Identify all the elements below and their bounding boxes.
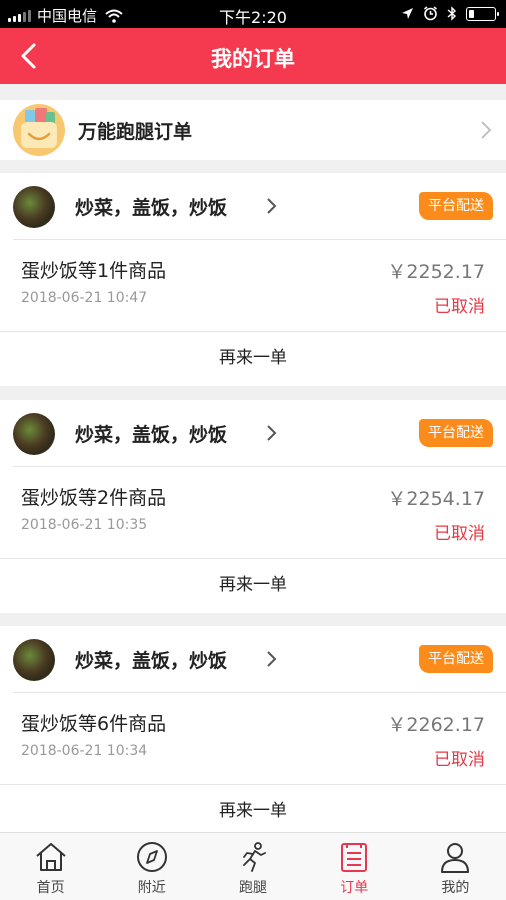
runner-order-label: 万能跑腿订单 — [78, 121, 193, 143]
shop-thumbnail — [13, 639, 55, 681]
chevron-right-icon — [267, 425, 277, 441]
delivery-badge: 平台配送 — [419, 419, 493, 447]
order-card: 炒菜，盖饭，炒饭 平台配送 蛋炒饭等1件商品 2018-06-21 10:47 … — [0, 173, 506, 386]
divider — [13, 239, 506, 240]
order-status: 已取消 — [434, 297, 485, 317]
order-time: 2018-06-21 10:34 — [21, 743, 148, 759]
order-list-icon — [341, 843, 368, 872]
page-title: 我的订单 — [211, 47, 295, 71]
order-price: ￥2252.17 — [387, 261, 485, 283]
order-price: ￥2262.17 — [387, 714, 485, 736]
chevron-right-icon — [267, 198, 277, 214]
order-card: 炒菜，盖饭，炒饭 平台配送 蛋炒饭等2件商品 2018-06-21 10:35 … — [0, 400, 506, 613]
shop-thumbnail — [13, 186, 55, 228]
tab-label: 订单 — [340, 880, 369, 896]
delivery-badge: 平台配送 — [419, 192, 493, 220]
shop-row[interactable]: 炒菜，盖饭，炒饭 平台配送 — [0, 626, 506, 692]
order-time: 2018-06-21 10:35 — [21, 517, 148, 533]
home-icon — [35, 843, 66, 871]
status-right — [401, 6, 499, 21]
compass-icon — [136, 842, 167, 872]
reorder-button[interactable]: 再来一单 — [0, 331, 506, 386]
shop-row[interactable]: 炒菜，盖饭，炒饭 平台配送 — [0, 400, 506, 466]
alarm-clock-icon — [424, 6, 437, 21]
runner-avatar — [13, 104, 65, 156]
tab-bar: 首页 附近 跑腿 订单 我的 — [0, 832, 506, 900]
battery-icon — [466, 6, 499, 21]
status-bar: 中国电信 下午2:20 — [0, 0, 506, 28]
tab-label: 跑腿 — [239, 880, 267, 896]
order-status: 已取消 — [434, 524, 485, 544]
runner-icon — [243, 842, 266, 872]
bluetooth-icon — [447, 6, 457, 21]
shop-name: 炒菜，盖饭，炒饭 — [75, 197, 228, 219]
order-card: 炒菜，盖饭，炒饭 平台配送 蛋炒饭等6件商品 2018-06-21 10:34 … — [0, 626, 506, 839]
order-time: 2018-06-21 10:47 — [21, 290, 148, 306]
shop-name: 炒菜，盖饭，炒饭 — [75, 650, 228, 672]
order-price: ￥2254.17 — [387, 488, 485, 510]
reorder-button[interactable]: 再来一单 — [0, 558, 506, 613]
shop-name: 炒菜，盖饭，炒饭 — [75, 424, 228, 446]
tab-nearby[interactable]: 附近 — [101, 833, 202, 900]
divider — [13, 466, 506, 467]
order-items: 蛋炒饭等6件商品 — [21, 713, 167, 735]
reorder-button[interactable]: 再来一单 — [0, 784, 506, 839]
runner-order-row[interactable]: 万能跑腿订单 — [0, 100, 506, 160]
order-status: 已取消 — [434, 750, 485, 770]
location-arrow-icon — [402, 8, 413, 19]
divider — [13, 692, 506, 693]
delivery-badge: 平台配送 — [419, 645, 493, 673]
tab-label: 首页 — [36, 880, 65, 896]
shop-row[interactable]: 炒菜，盖饭，炒饭 平台配送 — [0, 173, 506, 239]
tab-label: 附近 — [137, 880, 166, 896]
order-items: 蛋炒饭等2件商品 — [21, 487, 167, 509]
tab-home[interactable]: 首页 — [0, 833, 101, 900]
tab-errand[interactable]: 跑腿 — [202, 833, 303, 900]
chevron-right-icon — [481, 121, 492, 139]
tab-label: 我的 — [441, 880, 470, 896]
shop-thumbnail — [13, 413, 55, 455]
user-icon — [441, 843, 470, 873]
nav-bar: 我的订单 — [0, 28, 506, 84]
tab-mine[interactable]: 我的 — [405, 833, 506, 900]
order-items: 蛋炒饭等1件商品 — [21, 260, 167, 282]
tab-orders[interactable]: 订单 — [304, 833, 405, 900]
chevron-right-icon — [267, 651, 277, 667]
